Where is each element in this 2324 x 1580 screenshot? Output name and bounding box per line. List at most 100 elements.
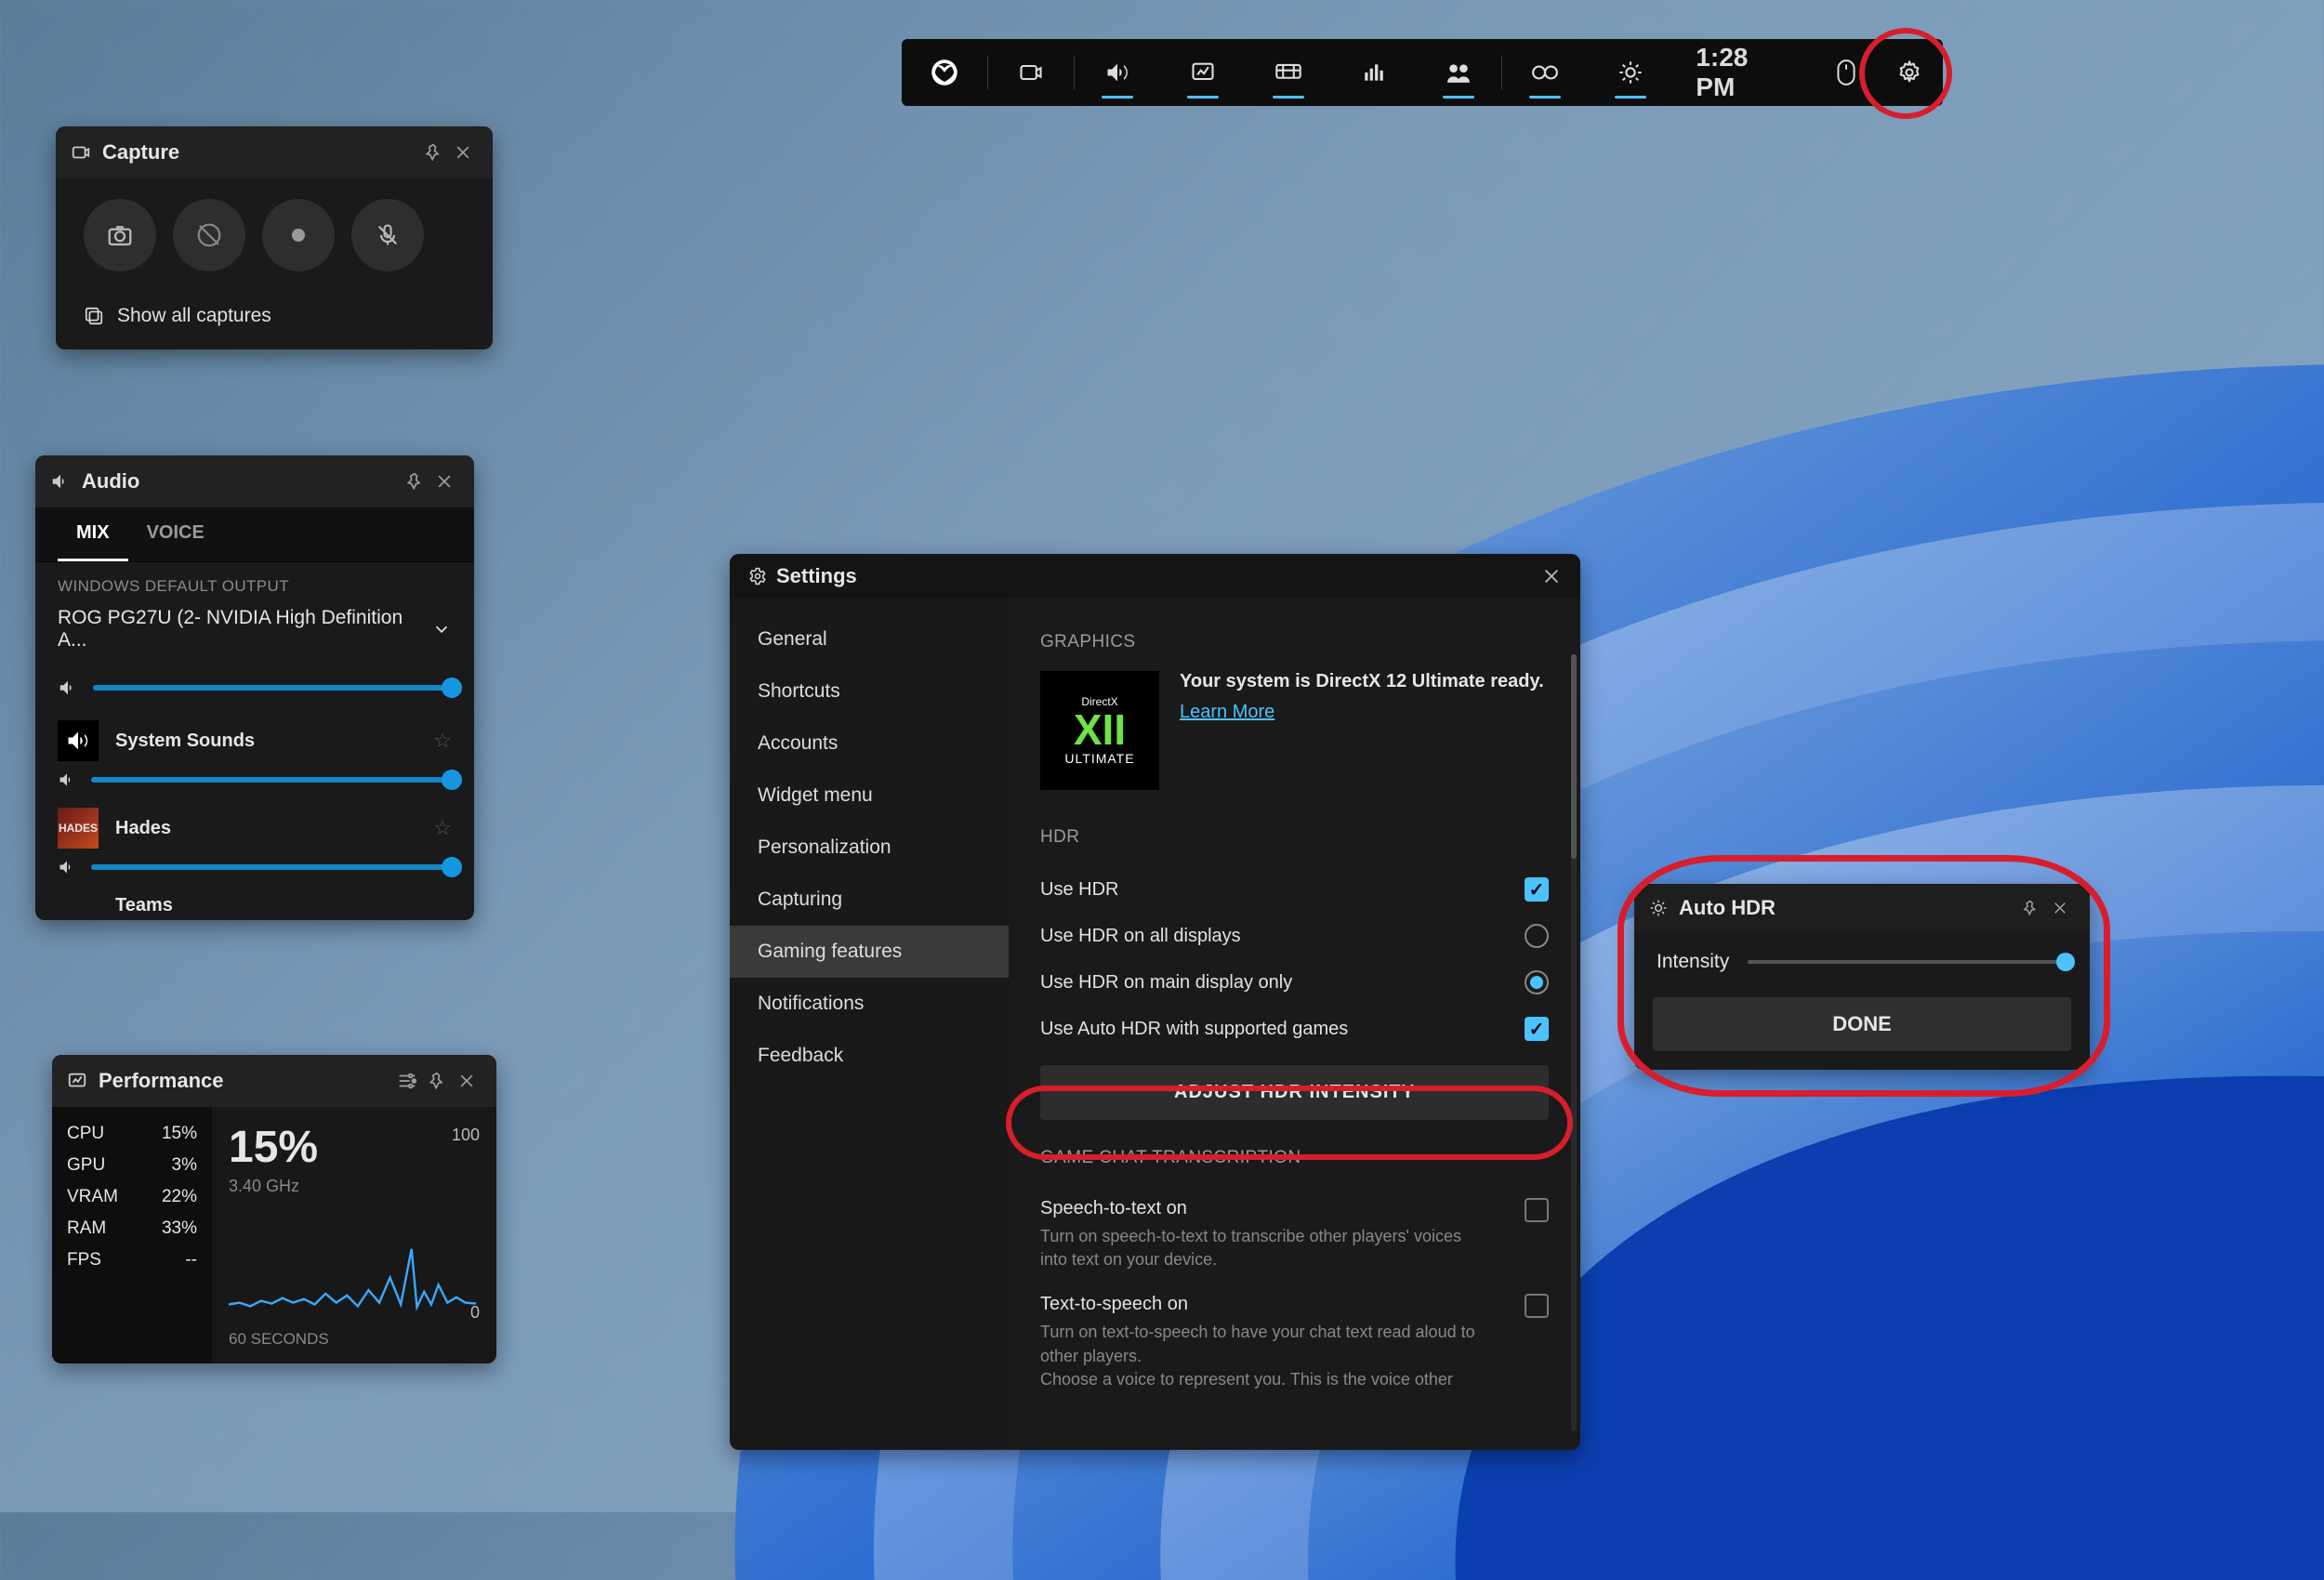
scrollbar[interactable] [1571, 654, 1577, 1431]
xbox-button[interactable] [902, 39, 987, 106]
pin-button[interactable] [422, 1066, 452, 1096]
use-hdr-row[interactable]: Use HDR ✓ [1040, 866, 1549, 913]
checkbox-checked[interactable]: ✓ [1525, 1017, 1549, 1041]
chevron-down-icon [431, 619, 452, 639]
capture-button[interactable] [988, 39, 1074, 106]
close-button[interactable] [452, 1066, 482, 1096]
checkbox-unchecked[interactable] [1525, 1294, 1549, 1318]
settings-window: Settings General Shortcuts Accounts Widg… [730, 554, 1580, 1450]
screenshot-button[interactable] [84, 199, 156, 271]
gallery-button[interactable] [1502, 39, 1588, 106]
perf-ymin: 0 [470, 1303, 480, 1323]
xbox-social-button[interactable] [1417, 39, 1502, 106]
capture-buttons [56, 178, 493, 292]
sidebar-item-personalization[interactable]: Personalization [730, 822, 1009, 874]
perf-ymax: 100 [452, 1126, 480, 1145]
sidebar-item-capturing[interactable]: Capturing [730, 874, 1009, 926]
brightness-button[interactable] [1588, 39, 1673, 106]
master-volume-slider[interactable] [93, 685, 452, 691]
options-button[interactable] [392, 1066, 422, 1096]
use-autohdr-row[interactable]: Use Auto HDR with supported games ✓ [1040, 1006, 1549, 1052]
mic-button[interactable] [351, 199, 424, 271]
sidebar-item-shortcuts[interactable]: Shortcuts [730, 665, 1009, 718]
audio-widget: Audio MIX VOICE WINDOWS DEFAULT OUTPUT R… [35, 455, 474, 920]
output-device-dropdown[interactable]: ROG PG27U (2- NVIDIA High Definition A..… [35, 601, 474, 668]
radio-unselected[interactable] [1525, 924, 1549, 948]
audio-item-teams: Teams [35, 886, 474, 920]
close-button[interactable] [2045, 893, 2075, 923]
favorite-star[interactable]: ☆ [433, 729, 452, 753]
checkbox-unchecked[interactable] [1525, 1198, 1549, 1222]
directx12-badge: DirectX XII ULTIMATE [1040, 671, 1159, 790]
system-sounds-slider[interactable] [91, 777, 452, 783]
use-hdr-main-row[interactable]: Use HDR on main display only [1040, 959, 1549, 1006]
favorite-star[interactable]: ☆ [433, 816, 452, 840]
close-button[interactable] [429, 467, 459, 496]
audio-item-system: System Sounds ☆ [35, 711, 474, 798]
checkbox-checked[interactable]: ✓ [1525, 877, 1549, 902]
tab-voice[interactable]: VOICE [128, 507, 223, 561]
close-button[interactable] [1541, 566, 1562, 586]
resources-button[interactable] [1246, 39, 1331, 106]
gear-icon [748, 567, 767, 586]
audio-item-label: Hades [115, 818, 416, 839]
speech-to-text-row[interactable]: Speech-to-text on Turn on speech-to-text… [1040, 1187, 1549, 1283]
show-all-captures-link[interactable]: Show all captures [56, 292, 493, 349]
audio-button[interactable] [1075, 39, 1160, 106]
show-all-captures-label: Show all captures [117, 305, 271, 327]
auto-hdr-title: Auto HDR [1679, 896, 1776, 920]
perf-big-value: 15% [229, 1122, 480, 1173]
dx12-status-text: Your system is DirectX 12 Ultimate ready… [1180, 671, 1544, 692]
stat-row: FPS-- [67, 1244, 197, 1276]
stat-row: RAM33% [67, 1213, 197, 1244]
text-to-speech-row[interactable]: Text-to-speech on Turn on text-to-speech… [1040, 1283, 1549, 1402]
intensity-slider[interactable] [1748, 960, 2067, 964]
sidebar-item-notifications[interactable]: Notifications [730, 978, 1009, 1030]
sidebar-item-widget-menu[interactable]: Widget menu [730, 770, 1009, 822]
settings-sidebar: General Shortcuts Accounts Widget menu P… [730, 599, 1009, 1450]
performance-graph: 15% 3.40 GHz 100 0 60 SECONDS [212, 1107, 496, 1363]
use-hdr-all-row[interactable]: Use HDR on all displays [1040, 913, 1549, 959]
auto-hdr-header: Auto HDR [1634, 884, 2090, 932]
adjust-hdr-intensity-button[interactable]: ADJUST HDR INTENSITY [1040, 1065, 1549, 1120]
hades-icon: HADES [58, 808, 99, 849]
tab-mix[interactable]: MIX [58, 507, 128, 561]
auto-hdr-widget: Auto HDR Intensity DONE [1634, 884, 2090, 1070]
stats-button[interactable] [1331, 39, 1417, 106]
default-output-label: WINDOWS DEFAULT OUTPUT [35, 562, 474, 601]
pin-button[interactable] [418, 138, 448, 167]
sidebar-item-feedback[interactable]: Feedback [730, 1030, 1009, 1082]
game-bar: 1:28 PM [902, 39, 1943, 106]
speaker-icon [58, 858, 76, 876]
intensity-label: Intensity [1657, 951, 1729, 973]
audio-header: Audio [35, 455, 474, 507]
sidebar-item-accounts[interactable]: Accounts [730, 718, 1009, 770]
speaker-icon [58, 678, 78, 698]
radio-selected[interactable] [1525, 970, 1549, 994]
done-button[interactable]: DONE [1653, 997, 2071, 1051]
audio-tabs: MIX VOICE [35, 507, 474, 562]
mouse-button[interactable] [1816, 39, 1876, 106]
learn-more-link[interactable]: Learn More [1180, 702, 1274, 723]
audio-item-hades: HADES Hades ☆ [35, 798, 474, 886]
record-button[interactable] [262, 199, 335, 271]
pin-button[interactable] [2015, 893, 2045, 923]
sparkline [229, 1211, 480, 1323]
sidebar-item-gaming-features[interactable]: Gaming features [730, 926, 1009, 978]
clock: 1:28 PM [1673, 39, 1816, 106]
performance-widget: Performance CPU15% GPU3% VRAM22% RAM33% … [52, 1055, 496, 1363]
settings-header: Settings [730, 554, 1580, 599]
record-last-button[interactable] [173, 199, 245, 271]
intensity-row: Intensity [1634, 932, 2090, 992]
audio-icon [50, 471, 71, 492]
settings-gear-button[interactable] [1876, 39, 1943, 106]
stat-row: GPU3% [67, 1150, 197, 1181]
performance-button[interactable] [1160, 39, 1246, 106]
hades-slider[interactable] [91, 864, 452, 870]
capture-widget: Capture Show all captures [56, 126, 493, 349]
performance-stats-list: CPU15% GPU3% VRAM22% RAM33% FPS-- [52, 1107, 212, 1363]
sidebar-item-general[interactable]: General [730, 613, 1009, 665]
settings-main: GRAPHICS DirectX XII ULTIMATE Your syste… [1009, 599, 1580, 1450]
pin-button[interactable] [400, 467, 429, 496]
close-button[interactable] [448, 138, 478, 167]
